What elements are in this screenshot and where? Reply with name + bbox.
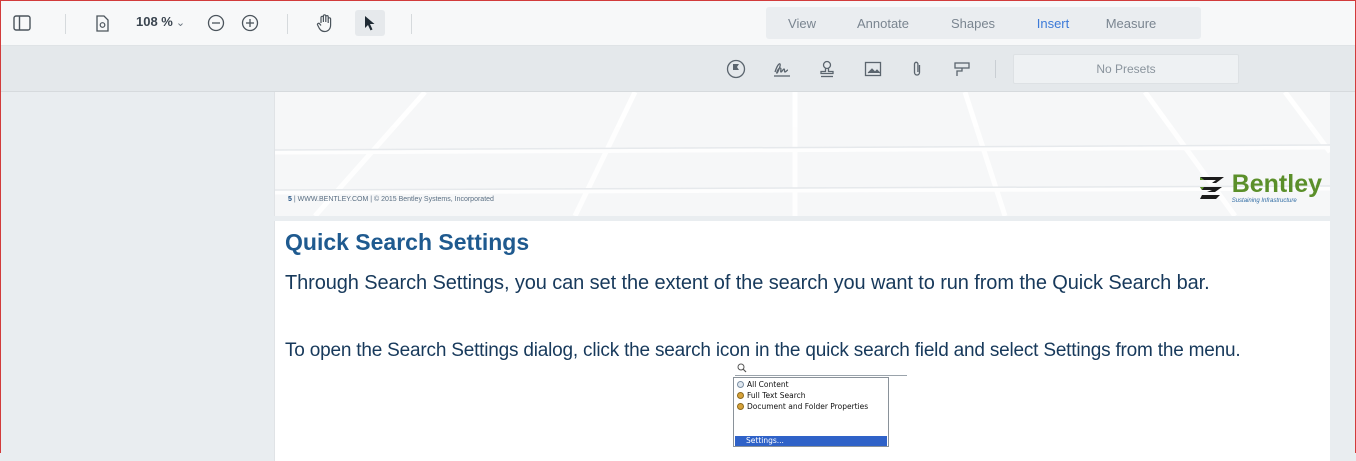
bentley-b-icon (1199, 177, 1224, 199)
quick-search-menu-screenshot: All Content Full Text Search Document an… (732, 363, 908, 455)
tab-view[interactable]: View (766, 16, 838, 31)
zoom-level-select[interactable]: 108 % ⌄ (136, 14, 185, 29)
toolbar-divider (411, 14, 412, 34)
slide-paragraph-1: Through Search Settings, you can set the… (285, 272, 1210, 294)
stamp-flag-icon[interactable] (725, 58, 747, 80)
slide-footer: 5 | WWW.BENTLEY.COM | © 2015 Bentley Sys… (288, 196, 494, 203)
search-icon (737, 363, 747, 376)
quick-search-field (735, 363, 907, 376)
logo-tagline: Sustaining Infrastructure (1231, 198, 1297, 204)
bentley-logo: Bentley Sustaining Infrastructure (1198, 169, 1322, 207)
tab-annotate[interactable]: Annotate (838, 16, 928, 31)
mode-tabs: View Annotate Shapes Insert Measure (766, 7, 1201, 39)
menu-item-label: All Content (747, 380, 789, 389)
slide-footer-text: | WWW.BENTLEY.COM | © 2015 Bentley Syste… (293, 196, 494, 203)
logo-text: Bentley (1231, 170, 1322, 198)
signature-icon[interactable] (771, 58, 793, 80)
search-scope-menu: All Content Full Text Search Document an… (733, 377, 889, 447)
logo-wordmark: Bentley Sustaining Infrastructure (1231, 170, 1322, 205)
tab-shapes[interactable]: Shapes (928, 16, 1018, 31)
slide-page-number: 5 (288, 196, 292, 203)
callout-icon[interactable] (951, 58, 973, 80)
menu-item-label: Settings... (746, 436, 784, 445)
zoom-value: 108 % (136, 14, 173, 29)
stamp-icon[interactable] (816, 58, 838, 80)
page-settings-icon[interactable] (91, 10, 113, 36)
toolbar-divider (995, 60, 996, 78)
sidebar-toggle-icon[interactable] (11, 10, 33, 36)
presets-dropdown[interactable]: No Presets (1013, 54, 1239, 84)
tab-insert[interactable]: Insert (1018, 16, 1088, 31)
menu-item-label: Full Text Search (747, 391, 806, 400)
menu-item: Full Text Search (737, 391, 806, 400)
slide-title: Quick Search Settings (285, 229, 530, 255)
toolbar-divider (65, 14, 66, 34)
menu-item-label: Document and Folder Properties (747, 402, 869, 411)
document-page-current: Quick Search Settings Through Search Set… (274, 221, 1330, 461)
select-cursor-icon[interactable] (355, 10, 385, 36)
document-page-previous: 5 | WWW.BENTLEY.COM | © 2015 Bentley Sys… (274, 92, 1330, 216)
main-toolbar: 108 % ⌄ View Annotate Shapes Insert Measu… (1, 1, 1355, 46)
image-icon[interactable] (862, 58, 884, 80)
slide-paragraph-2: To open the Search Settings dialog, clic… (285, 340, 1241, 361)
search-icon (737, 403, 744, 410)
toolbar-divider (287, 14, 288, 34)
zoom-out-icon[interactable] (205, 10, 227, 36)
menu-item-selected: Settings... (735, 436, 887, 446)
menu-item: All Content (737, 380, 789, 389)
tab-measure[interactable]: Measure (1088, 16, 1174, 31)
zoom-in-icon[interactable] (239, 10, 261, 36)
chevron-down-icon: ⌄ (175, 17, 186, 29)
pan-hand-icon[interactable] (313, 10, 337, 36)
search-icon (737, 381, 744, 388)
insert-toolbar: No Presets (1, 46, 1355, 92)
attachment-icon[interactable] (906, 58, 928, 80)
search-icon (737, 392, 744, 399)
menu-item: Document and Folder Properties (737, 402, 868, 411)
